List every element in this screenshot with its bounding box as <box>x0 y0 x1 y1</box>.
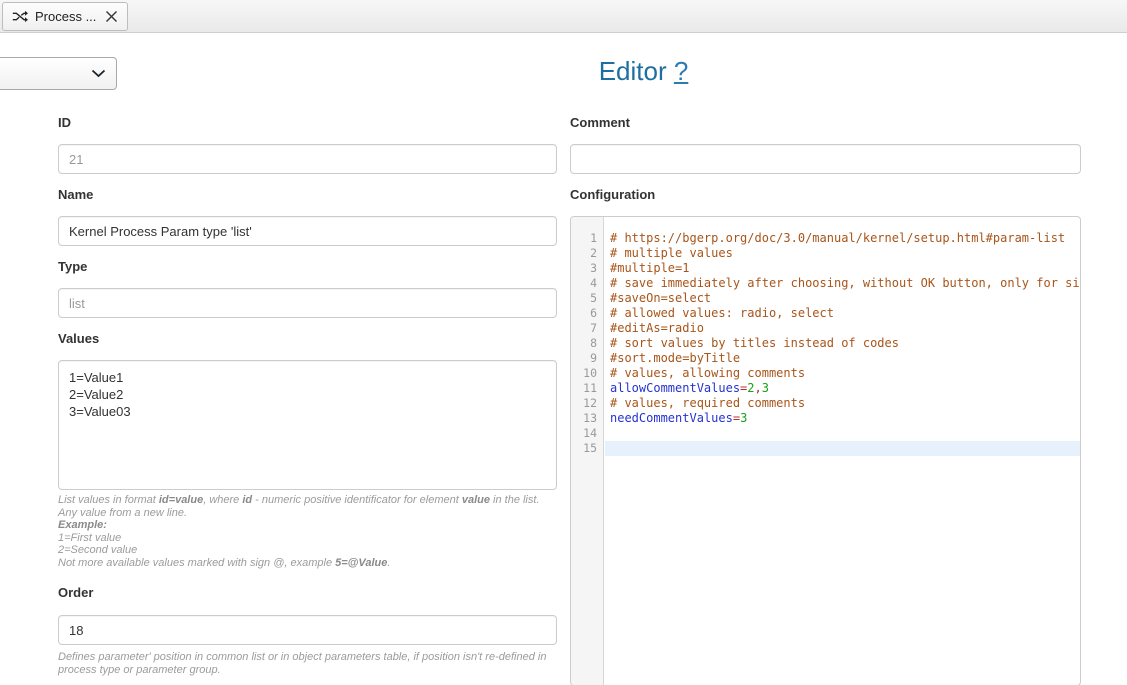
code-text: #editAs=radio <box>605 321 1080 336</box>
page-title-text: Editor <box>599 56 667 86</box>
code-text: needCommentValues=3 <box>605 411 1080 426</box>
code-line[interactable]: 14 <box>571 426 1080 441</box>
code-line[interactable]: 12# values, required comments <box>571 396 1080 411</box>
code-line[interactable]: 13needCommentValues=3 <box>571 411 1080 426</box>
code-line[interactable]: 10# values, allowing comments <box>571 366 1080 381</box>
shuffle-icon <box>12 10 28 23</box>
line-number: 10 <box>571 366 605 381</box>
line-number: 5 <box>571 291 605 306</box>
process-tab[interactable]: Process ... <box>2 2 128 31</box>
line-number: 4 <box>571 276 605 291</box>
line-number: 11 <box>571 381 605 396</box>
type-input[interactable] <box>58 288 557 318</box>
code-text: # multiple values <box>605 246 1080 261</box>
code-line[interactable]: 11allowCommentValues=2,3 <box>571 381 1080 396</box>
comment-input[interactable] <box>570 144 1081 174</box>
line-number: 13 <box>571 411 605 426</box>
line-number: 9 <box>571 351 605 366</box>
code-text: # save immediately after choosing, witho… <box>605 276 1080 291</box>
order-input[interactable] <box>58 615 557 645</box>
name-input[interactable] <box>58 216 557 246</box>
tab-bar: Process ... <box>0 0 1127 33</box>
code-line[interactable]: 6# allowed values: radio, select <box>571 306 1080 321</box>
id-input[interactable] <box>58 144 557 174</box>
order-label: Order <box>58 585 557 601</box>
code-text <box>605 441 1080 456</box>
code-text: # sort values by titles instead of codes <box>605 336 1080 351</box>
line-number: 3 <box>571 261 605 276</box>
code-line[interactable]: 4# save immediately after choosing, with… <box>571 276 1080 291</box>
close-icon[interactable] <box>105 10 118 23</box>
code-line[interactable]: 2# multiple values <box>571 246 1080 261</box>
code-line[interactable]: 5#saveOn=select <box>571 291 1080 306</box>
code-text: # values, required comments <box>605 396 1080 411</box>
line-number: 2 <box>571 246 605 261</box>
code-line[interactable]: 3#multiple=1 <box>571 261 1080 276</box>
line-number: 1 <box>571 231 605 246</box>
code-text: #multiple=1 <box>605 261 1080 276</box>
code-line[interactable]: 15 <box>571 441 1080 456</box>
code-text: # allowed values: radio, select <box>605 306 1080 321</box>
values-help: List values in format id=value, where id… <box>58 494 557 569</box>
values-label: Values <box>58 331 557 347</box>
line-number: 15 <box>571 441 605 456</box>
name-label: Name <box>58 187 557 203</box>
code-text: #saveOn=select <box>605 291 1080 306</box>
tab-label: Process ... <box>35 9 96 24</box>
id-label: ID <box>58 115 557 131</box>
line-number: 12 <box>571 396 605 411</box>
type-label: Type <box>58 259 557 275</box>
code-line[interactable]: 9#sort.mode=byTitle <box>571 351 1080 366</box>
code-line[interactable]: 1# https://bgerp.org/doc/3.0/manual/kern… <box>571 231 1080 246</box>
code-text: allowCommentValues=2,3 <box>605 381 1080 396</box>
code-line[interactable]: 7#editAs=radio <box>571 321 1080 336</box>
help-link[interactable]: ? <box>674 56 688 86</box>
line-number: 14 <box>571 426 605 441</box>
code-text: #sort.mode=byTitle <box>605 351 1080 366</box>
line-number: 7 <box>571 321 605 336</box>
page-title: Editor ? <box>0 56 1127 87</box>
configuration-label: Configuration <box>570 187 1081 203</box>
comment-label: Comment <box>570 115 1081 131</box>
code-line[interactable]: 8# sort values by titles instead of code… <box>571 336 1080 351</box>
order-help: Defines parameter' position in common li… <box>58 651 557 676</box>
values-textarea[interactable]: 1=Value1 2=Value2 3=Value03 <box>58 360 557 490</box>
line-number: 6 <box>571 306 605 321</box>
line-number: 8 <box>571 336 605 351</box>
config-code-editor[interactable]: 1# https://bgerp.org/doc/3.0/manual/kern… <box>570 216 1081 685</box>
code-text: # values, allowing comments <box>605 366 1080 381</box>
config-code-lines: 1# https://bgerp.org/doc/3.0/manual/kern… <box>571 231 1080 456</box>
code-text: # https://bgerp.org/doc/3.0/manual/kerne… <box>605 231 1080 246</box>
code-text <box>605 426 1080 441</box>
